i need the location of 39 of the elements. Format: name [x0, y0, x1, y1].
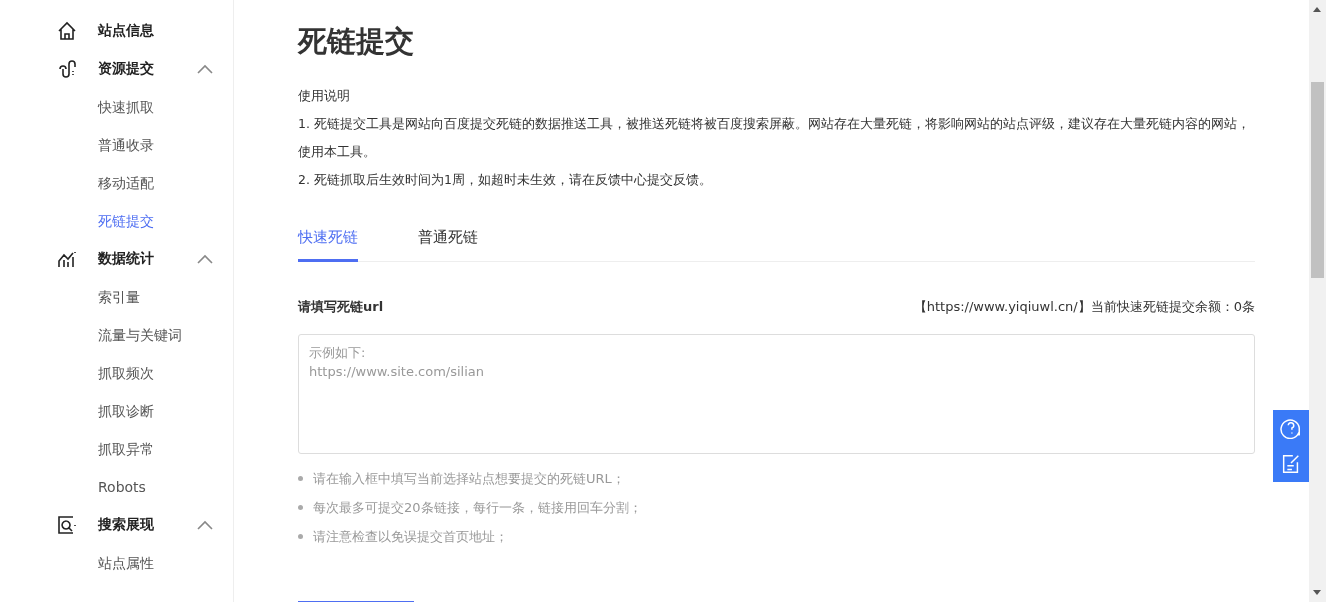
url-input-field[interactable]: 示例如下: https://www.site.com/silian [298, 334, 1255, 454]
nav-group-label[interactable]: 数据统计 [98, 250, 154, 268]
nav-group-label[interactable]: 资源提交 [98, 60, 154, 78]
nav-item[interactable]: 抓取异常 [0, 430, 233, 468]
nav-group-label[interactable]: 站点信息 [98, 22, 154, 40]
bullet-icon [298, 534, 303, 539]
nav-item[interactable]: 抓取频次 [0, 354, 233, 392]
link-icon [57, 59, 77, 79]
edit-icon[interactable] [1280, 453, 1302, 475]
quota-text: 【https://www.yiqiuwl.cn/】当前快速死链提交余额：0条 [913, 298, 1255, 316]
bullet-icon [298, 476, 303, 481]
question-icon[interactable] [1280, 417, 1302, 439]
nav-group-label[interactable]: 搜索展现 [98, 516, 154, 534]
tab[interactable]: 普通死链 [418, 228, 478, 262]
page-title: 死链提交 [298, 23, 415, 60]
nav-item[interactable]: 移动适配 [0, 164, 233, 202]
nav-item[interactable]: 索引量 [0, 278, 233, 316]
tip-text: 请注意检查以免误提交首页地址； [313, 527, 508, 546]
chevron-icon[interactable] [197, 520, 213, 530]
bullet-icon [298, 505, 303, 510]
field-label: 请填写死链url [298, 298, 384, 316]
nav-item[interactable]: 死链提交 [0, 202, 233, 240]
instruction-text: 2. 死链抓取后生效时间为1周，如超时未生效，请在反馈中心提交反馈。 [298, 171, 713, 189]
nav-item[interactable]: 流量与关键词 [0, 316, 233, 354]
nav-item[interactable]: 抓取诊断 [0, 392, 233, 430]
nav-item[interactable]: 快速抓取 [0, 88, 233, 126]
instruction-text: 1. 死链提交工具是网站向百度提交死链的数据推送工具，被推送死链将被百度搜索屏蔽。网站存在大量死链，将影响网站的站点评级，建议存在大量死链内容的网站，使用本工具。 [298, 115, 1251, 161]
chevron-icon[interactable] [197, 64, 213, 74]
nav-item[interactable]: 普通收录 [0, 126, 233, 164]
instruction-text: 使用说明 [298, 87, 351, 105]
chevron-icon[interactable] [197, 254, 213, 264]
nav-item[interactable]: Robots [0, 468, 233, 506]
tab[interactable]: 快速死链 [298, 228, 358, 262]
tip-text: 请在输入框中填写当前选择站点想要提交的死链URL； [313, 469, 625, 488]
search-icon [57, 515, 77, 535]
chart-icon [57, 249, 77, 269]
home-icon [57, 21, 77, 41]
scrollbar[interactable] [1309, 0, 1326, 602]
nav-item[interactable]: 站点属性 [0, 544, 233, 582]
